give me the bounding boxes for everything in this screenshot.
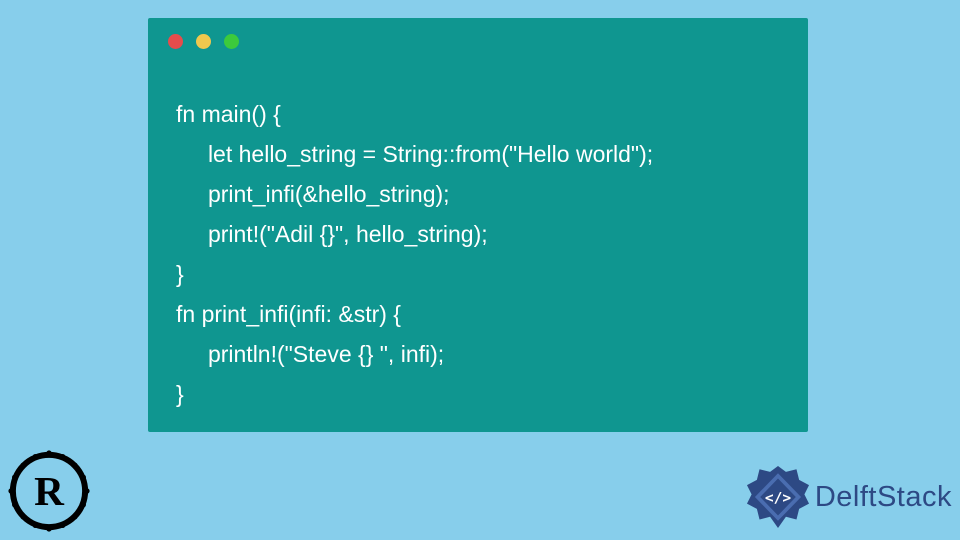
rust-logo-icon: R [6, 448, 92, 534]
window-controls [168, 34, 239, 49]
code-block: fn main() { let hello_string = String::f… [176, 94, 653, 414]
brand-text: DelftStack [815, 481, 952, 514]
delftstack-emblem-icon: </> [745, 464, 811, 530]
code-line: print_infi(&hello_string); [176, 181, 450, 207]
code-line: } [176, 381, 184, 407]
svg-text:</>: </> [765, 490, 791, 506]
close-icon[interactable] [168, 34, 183, 49]
svg-text:R: R [34, 468, 65, 514]
code-line: let hello_string = String::from("Hello w… [176, 141, 653, 167]
code-line: println!("Steve {} ", infi); [176, 341, 444, 367]
minimize-icon[interactable] [196, 34, 211, 49]
code-line: fn main() { [176, 101, 281, 127]
code-line: fn print_infi(infi: &str) { [176, 301, 401, 327]
maximize-icon[interactable] [224, 34, 239, 49]
delftstack-logo: </> DelftStack [745, 464, 952, 530]
code-line: print!("Adil {}", hello_string); [176, 221, 488, 247]
code-window: fn main() { let hello_string = String::f… [148, 18, 808, 432]
code-line: } [176, 261, 184, 287]
